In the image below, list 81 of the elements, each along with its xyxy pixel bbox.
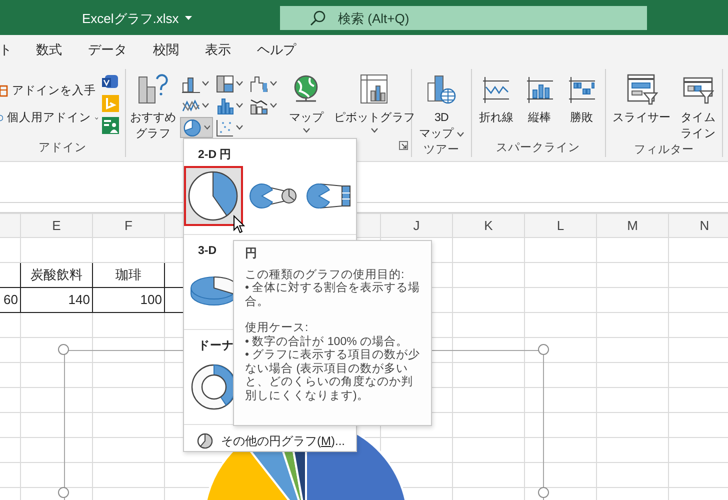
caret-icon bbox=[202, 103, 209, 108]
globe-buildings-icon bbox=[425, 73, 458, 105]
section-heading: 2-D 円 bbox=[197, 148, 232, 163]
ribbon-tab[interactable]: データ bbox=[88, 35, 127, 65]
menu-item[interactable]: その他の円グラフ(M)... bbox=[184, 427, 345, 455]
hierarchy-chart-icon bbox=[216, 74, 234, 92]
column-header: K bbox=[452, 214, 524, 238]
ribbon-tab[interactable]: 数式 bbox=[36, 35, 62, 65]
resize-handle[interactable] bbox=[58, 487, 69, 498]
pivot-chart-icon bbox=[358, 73, 390, 105]
app-tile-icon bbox=[102, 73, 119, 90]
pie-chart-icon bbox=[187, 170, 240, 222]
my-addins-button[interactable]: 個人用アドイン bbox=[0, 106, 98, 130]
slicer-button[interactable]: スライサー bbox=[610, 71, 674, 143]
caret-icon bbox=[302, 128, 310, 133]
search-icon bbox=[310, 10, 326, 26]
group-label: アドイン bbox=[38, 142, 86, 154]
column-header: L bbox=[524, 214, 596, 238]
combo-chart-icon bbox=[250, 96, 268, 114]
pie-of-pie-icon bbox=[246, 181, 297, 211]
column-header: N bbox=[668, 214, 728, 238]
chart-type-button[interactable] bbox=[180, 117, 213, 138]
caret-icon bbox=[456, 132, 464, 137]
tooltip-text: • グラフに表示する項目の数が少ない場合 (表示項目の数が多いと、どのくらいの角度なのか判別しにくくなります)。 bbox=[245, 349, 422, 403]
caret-icon bbox=[204, 125, 210, 130]
people-tile-icon bbox=[102, 117, 119, 134]
waterfall-chart-icon bbox=[250, 74, 268, 92]
group-label: スパークライン bbox=[496, 142, 580, 154]
section-heading: ドーナ bbox=[197, 339, 234, 354]
caret-icon bbox=[202, 81, 209, 86]
3d-map-button[interactable]: 3D マップ bbox=[416, 71, 467, 143]
timeline-button[interactable]: タイム ライン bbox=[678, 71, 718, 143]
dialog-launcher-icon bbox=[399, 141, 408, 150]
tooltip-text: 使用ケース: bbox=[245, 322, 310, 335]
table-cell: 140 bbox=[20, 288, 92, 312]
table-cell: 60 bbox=[0, 288, 20, 312]
resize-handle[interactable] bbox=[538, 344, 549, 355]
column-header: M bbox=[596, 214, 668, 238]
scatter-chart-icon bbox=[216, 118, 234, 136]
ribbon-tab[interactable]: ヘルプ bbox=[257, 35, 296, 65]
pie-outline-icon bbox=[197, 433, 213, 449]
group-label: フィルター bbox=[634, 144, 694, 156]
caret-icon bbox=[270, 81, 277, 86]
column-header: J bbox=[380, 214, 452, 238]
column-chart-icon bbox=[182, 74, 200, 92]
table-cell: 炭酸飲料 bbox=[20, 262, 92, 288]
column-header: E bbox=[20, 214, 92, 238]
resize-handle[interactable] bbox=[58, 344, 69, 355]
chart-question-icon bbox=[137, 73, 169, 105]
slicer-filter-icon bbox=[626, 73, 658, 105]
caret-icon bbox=[236, 81, 243, 86]
table-cell: 珈琲 bbox=[92, 262, 164, 288]
get-addins-button[interactable]: アドインを入手 bbox=[0, 79, 98, 103]
window-title: Excelグラフ.xlsx bbox=[82, 10, 179, 28]
caret-icon bbox=[236, 125, 243, 130]
line-sparkline-button[interactable]: 折れ線 bbox=[476, 71, 517, 141]
section-heading: 3-D bbox=[197, 244, 217, 259]
ribbon-tab[interactable]: 校閲 bbox=[153, 35, 179, 65]
caret-icon bbox=[370, 128, 378, 133]
win-loss-button[interactable]: 勝敗 bbox=[562, 71, 601, 141]
group-label: ツアー bbox=[423, 144, 460, 156]
chart-option[interactable] bbox=[184, 166, 243, 226]
caret-icon bbox=[236, 103, 243, 108]
ribbon-tab[interactable]: 表示 bbox=[205, 35, 231, 65]
tooltip-text: • 数字の合計が 100% の場合。 bbox=[245, 336, 410, 348]
tooltip-text: • 全体に対する割合を表示する場合。 bbox=[245, 282, 422, 309]
column-header: F bbox=[92, 214, 164, 238]
recommended-charts-button[interactable]: おすすめ グラフ bbox=[130, 71, 176, 157]
ribbon-tab[interactable]: ト bbox=[0, 35, 12, 65]
caret-icon bbox=[184, 16, 192, 22]
histogram-icon bbox=[216, 96, 234, 114]
table-cell: 100 bbox=[92, 288, 164, 312]
tooltip-title: 円 bbox=[245, 247, 257, 260]
mouse-pointer-icon bbox=[233, 215, 245, 234]
tooltip-text: この種類のグラフの使用目的: bbox=[245, 268, 406, 281]
column-sparkline-button[interactable]: 縦棒 bbox=[520, 71, 559, 141]
logo-tile-icon bbox=[102, 95, 119, 112]
store-icon bbox=[0, 84, 8, 98]
resize-handle[interactable] bbox=[538, 487, 549, 498]
caret-icon bbox=[270, 103, 277, 108]
search-field[interactable]: 検索 (Alt+Q) bbox=[280, 6, 647, 30]
